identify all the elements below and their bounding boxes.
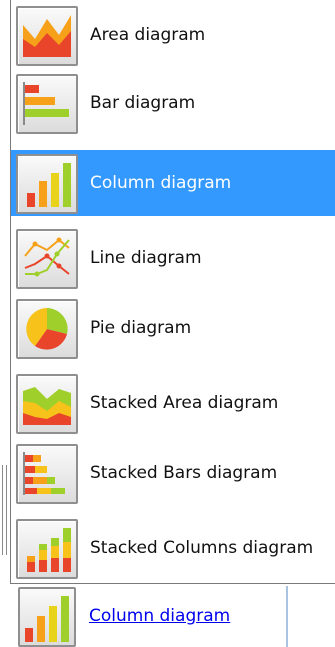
menu-item-area-diagram[interactable]: Area diagram <box>11 2 335 68</box>
menu-item-label: Pie diagram <box>90 318 192 338</box>
stacked-bars-chart-icon <box>16 444 78 504</box>
stacked-columns-chart-icon <box>16 519 78 579</box>
menu-item-stacked-area-diagram[interactable]: Stacked Area diagram <box>11 370 335 436</box>
menu-item-label: Stacked Area diagram <box>90 393 279 413</box>
menu-item-stacked-columns-diagram[interactable]: Stacked Columns diagram <box>11 515 335 581</box>
area-chart-icon <box>16 6 78 66</box>
menu-item-stacked-bars-diagram[interactable]: Stacked Bars diagram <box>11 440 335 506</box>
menu-item-label: Stacked Columns diagram <box>90 538 314 558</box>
bar-chart-icon <box>16 74 78 134</box>
stacked-area-chart-icon <box>16 374 78 434</box>
pie-chart-icon <box>16 299 78 359</box>
menu-item-column-diagram[interactable]: Column diagram <box>11 150 335 216</box>
menu-item-bar-diagram[interactable]: Bar diagram <box>11 70 335 136</box>
scrollbar-edge <box>0 465 10 555</box>
menu-item-label: Area diagram <box>90 25 206 45</box>
line-chart-icon <box>16 229 78 289</box>
menu-item-pie-diagram[interactable]: Pie diagram <box>11 295 335 361</box>
menu-item-line-diagram[interactable]: Line diagram <box>11 225 335 291</box>
selected-chart-type-field[interactable]: Column diagram <box>10 586 288 647</box>
column-chart-icon <box>18 587 76 647</box>
selected-chart-type-link[interactable]: Column diagram <box>89 586 230 647</box>
menu-item-label: Line diagram <box>90 248 202 268</box>
menu-item-label: Stacked Bars diagram <box>90 463 278 483</box>
menu-item-label: Bar diagram <box>90 93 196 113</box>
chart-type-dropdown-list: Area diagram Bar diagram Column diagram <box>10 0 335 584</box>
menu-item-label: Column diagram <box>90 173 232 193</box>
column-chart-icon <box>16 154 78 214</box>
